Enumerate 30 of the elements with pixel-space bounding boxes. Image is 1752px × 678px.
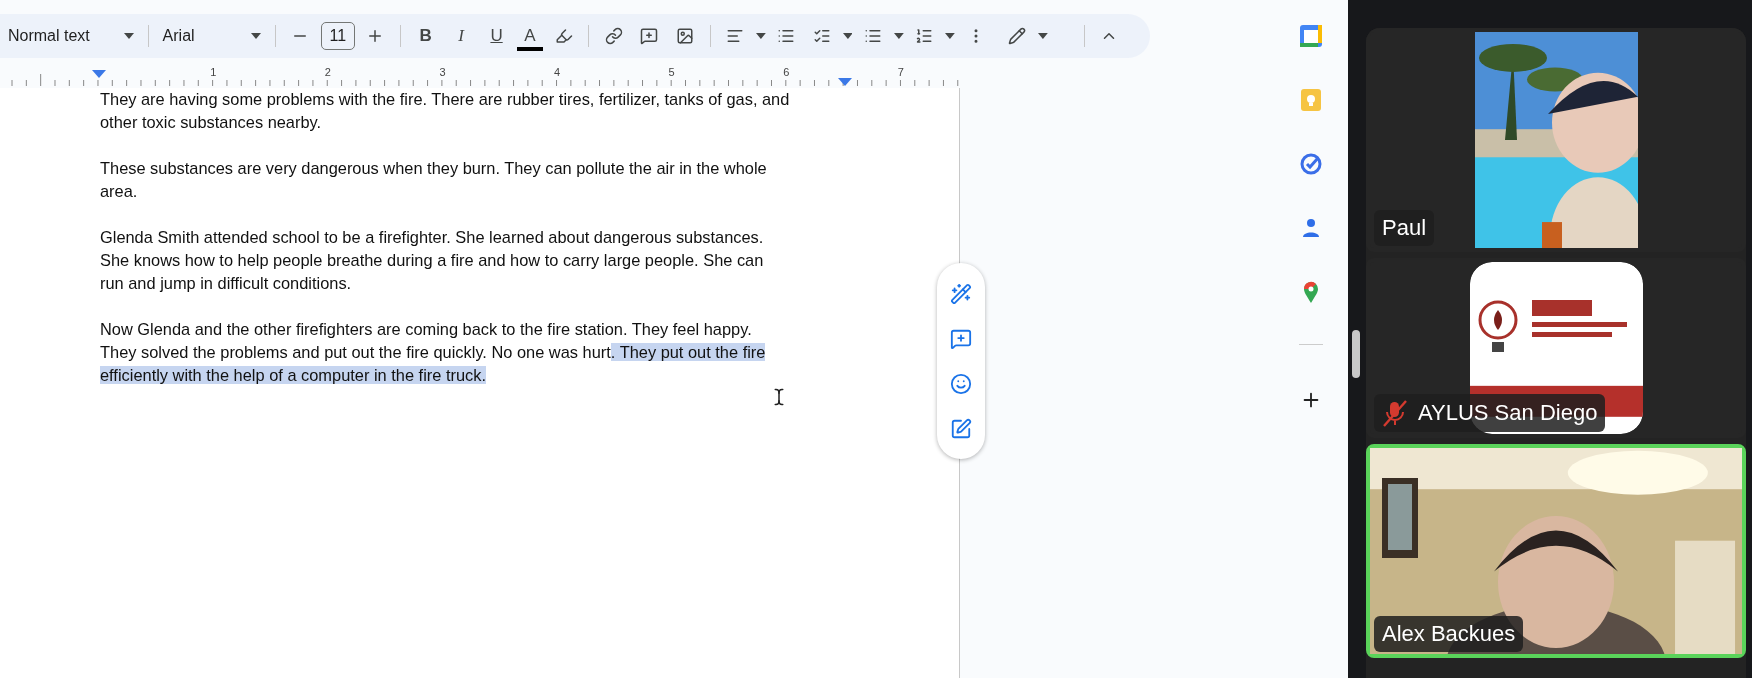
participant-name-text: Alex Backues [1382, 621, 1516, 647]
participant-name-text: Paul [1382, 215, 1427, 241]
ruler-number: 5 [667, 66, 676, 80]
font-dropdown[interactable]: Arial [158, 21, 265, 51]
caret-icon [250, 33, 261, 39]
paragraph: They are having some problems with the fire. There are rubber tires, fertilizer, tanks of gas, and other toxic substances nearby. [100, 89, 790, 133]
caret-icon [893, 33, 904, 39]
font-size-field[interactable]: 11 [321, 22, 355, 50]
caret-icon [842, 33, 853, 39]
tasks-icon[interactable] [1298, 152, 1323, 176]
paragraph-style-dropdown[interactable]: Normal text [4, 21, 138, 51]
participant-name-text: AYLUS San Diego [1418, 400, 1598, 426]
italic-button[interactable]: I [446, 21, 476, 51]
caret-icon [755, 33, 766, 39]
ruler-number: 7 [896, 66, 905, 80]
bold-button[interactable]: B [410, 21, 441, 51]
caret-icon [945, 33, 955, 39]
ruler-number: 2 [323, 66, 332, 80]
paragraph: These substances are very dangerous when they burn. They can pollute the air in the whole area. [100, 158, 768, 202]
caret-icon [123, 33, 134, 39]
paragraph: Glenda Smith attended school to be a firefighter. She learned about dangerous substances. She knows how to help people breathe during a fire and how to carry large people. She can run and jump in difficult conditions. [100, 227, 765, 294]
scrollbar-thumb[interactable] [1352, 330, 1360, 378]
ruler-number: 3 [438, 66, 447, 80]
ruler-number: 1 [209, 66, 218, 80]
ruler-number: 6 [782, 66, 791, 80]
caret-icon [1037, 33, 1048, 39]
calendar-icon[interactable] [1298, 24, 1323, 48]
ruler-number: 4 [553, 66, 562, 80]
text-color-button[interactable]: A [517, 21, 543, 51]
underline-button[interactable]: U [481, 21, 512, 51]
